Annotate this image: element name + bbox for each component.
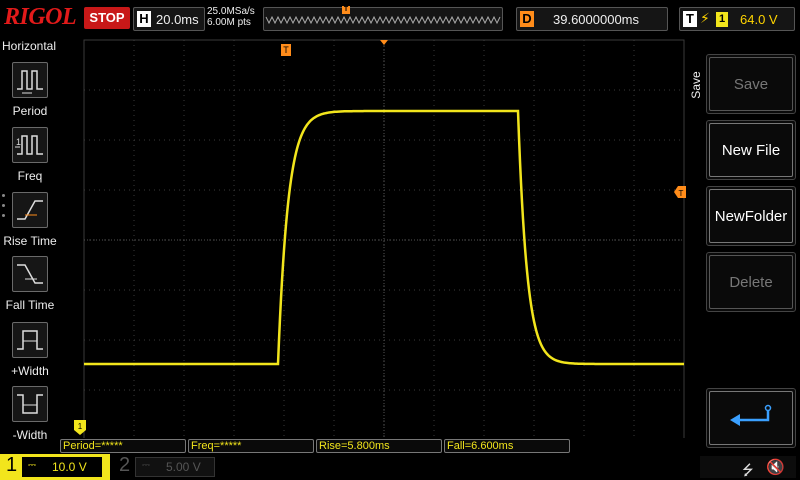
trigger-source: 1 — [716, 12, 728, 27]
period-label: Period — [12, 104, 48, 118]
speaker-mute-icon[interactable]: 🔇 — [766, 458, 785, 476]
ch1-ground-label: 1 — [78, 422, 83, 431]
rigol-logo: RIGOL — [4, 4, 77, 30]
waveform-graticule: T T 1 — [74, 39, 686, 441]
system-status-area: ⭍ 🔇 — [700, 456, 796, 478]
period-icon — [12, 62, 48, 98]
channel-status-bar: 1 ⎓ 10.0 V 2 ⎓ 5.00 V ⭍ 🔇 — [0, 454, 800, 480]
delay-value: 39.6000000ms — [553, 12, 640, 27]
trigger-position-marker: T — [281, 44, 291, 56]
freq-label: Freq — [17, 169, 43, 183]
horizontal-timebase-box[interactable]: H 20.0ms — [133, 7, 205, 31]
svg-text:1: 1 — [16, 137, 21, 147]
measure-period[interactable]: Period — [0, 58, 60, 120]
trigger-box[interactable]: T ⚡ 1 64.0 V — [679, 7, 795, 31]
usb-icon: ⭍ — [742, 462, 754, 478]
freq-result[interactable]: Freq=***** — [188, 439, 314, 453]
channel-1-scale: 10.0 V — [52, 460, 87, 474]
delay-letter: D — [520, 11, 534, 27]
trigger-level-marker: T — [674, 186, 686, 198]
save-menu: Save Save New File NewFolder Delete — [686, 38, 800, 454]
sample-rate: 25.0MSa/s — [207, 6, 255, 17]
rising-edge-icon: ⚡ — [700, 10, 710, 26]
channel-2-scale: 5.00 V — [166, 460, 201, 474]
memory-overview[interactable]: T — [263, 6, 503, 31]
channel-2-number: 2 — [119, 454, 131, 476]
channel-2-box[interactable]: 2 ⎓ 5.00 V — [113, 454, 223, 480]
measure-positive-width[interactable]: +Width — [0, 318, 60, 380]
measure-fall-time[interactable]: Fall Time — [0, 252, 60, 314]
run-stop-status[interactable]: STOP — [84, 7, 130, 29]
horizontal-letter: H — [137, 11, 151, 27]
channel-1-number: 1 — [6, 454, 18, 476]
save-menu-title: Save — [689, 71, 703, 99]
positive-width-icon — [12, 322, 48, 358]
measure-freq[interactable]: 1 Freq — [0, 123, 60, 185]
rise-time-icon — [12, 192, 48, 228]
measure-negative-width[interactable]: -Width — [0, 382, 60, 444]
dc-coupling-icon: ⎓ — [142, 460, 150, 471]
channel-1-box[interactable]: 1 ⎓ 10.0 V — [0, 454, 110, 480]
return-arrow-icon — [730, 404, 772, 426]
dc-coupling-icon: ⎓ — [28, 460, 36, 471]
memory-waveform-icon — [265, 15, 501, 25]
trigger-level: 64.0 V — [740, 12, 778, 27]
sample-info: 25.0MSa/s 6.00M pts — [207, 6, 255, 28]
measure-rise-time[interactable]: Rise Time — [0, 188, 60, 250]
positive-width-label: +Width — [11, 364, 49, 378]
center-marker — [380, 40, 388, 45]
freq-icon: 1 — [12, 127, 48, 163]
fall-time-label: Fall Time — [5, 298, 55, 312]
period-result[interactable]: Period=***** — [60, 439, 186, 453]
top-status-bar: RIGOL STOP H 20.0ms 25.0MSa/s 6.00M pts … — [0, 0, 800, 38]
negative-width-label: -Width — [12, 428, 48, 442]
memory-trigger-marker: T — [342, 6, 350, 14]
delay-box[interactable]: D 39.6000000ms — [516, 7, 668, 31]
graticule-lines — [84, 40, 684, 440]
rise-result[interactable]: Rise=5.800ms — [316, 439, 442, 453]
back-button[interactable] — [706, 388, 796, 448]
delete-button[interactable]: Delete — [706, 252, 796, 312]
timebase-value: 20.0ms — [156, 12, 199, 27]
new-file-button[interactable]: New File — [706, 120, 796, 180]
measurement-results-bar: Period=***** Freq=***** Rise=5.800ms Fal… — [60, 438, 686, 454]
memory-depth: 6.00M pts — [207, 17, 251, 28]
measure-menu: Horizontal Period 1 Freq Rise Time Fall … — [0, 38, 60, 454]
trigger-letter: T — [683, 11, 697, 27]
trigger-position-label: T — [283, 45, 289, 55]
new-folder-button[interactable]: NewFolder — [706, 186, 796, 246]
negative-width-icon — [12, 386, 48, 422]
measure-menu-title: Horizontal — [2, 39, 57, 53]
rise-time-label: Rise Time — [3, 234, 57, 248]
save-button[interactable]: Save — [706, 54, 796, 114]
fall-result[interactable]: Fall=6.600ms — [444, 439, 570, 453]
waveform-display[interactable]: T T 1 — [60, 38, 686, 441]
trigger-level-label: T — [679, 189, 684, 198]
fall-time-icon — [12, 256, 48, 292]
